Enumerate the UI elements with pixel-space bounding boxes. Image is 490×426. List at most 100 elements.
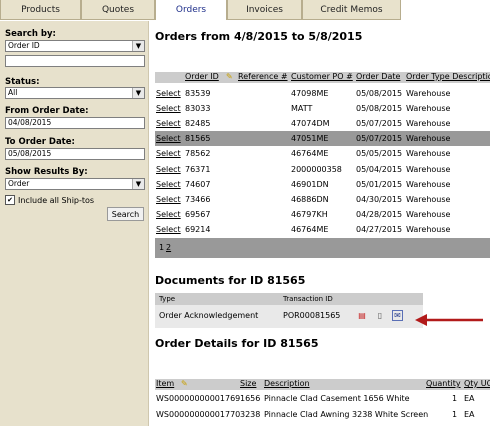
tab-invoices[interactable]: Invoices [227,0,302,20]
order-type-cell: Warehouse [406,224,451,234]
search-text-input[interactable] [5,55,145,67]
doc-transaction-id: POR00081565 [283,311,341,320]
select-link[interactable]: Select [156,225,181,234]
customer-po-cell: 47098ME [291,89,329,98]
col-order-date[interactable]: Order Date [356,72,400,81]
show-results-value: Order [8,179,30,188]
order-date-cell: 05/05/2015 [356,149,403,159]
col-qty-uom[interactable]: Qty UOM [464,379,490,388]
customer-po-cell: 46797KH [291,209,328,219]
details-title: Order Details for ID 81565 [155,337,319,350]
col-reference[interactable]: Reference # [238,72,288,81]
order-id-cell: 73466 [185,194,211,204]
table-row: Select 73466 46886DN 04/30/2015 Warehouse [155,192,490,207]
customer-po-cell: 46764ME [291,224,329,234]
table-row: Select 74607 46901DN 05/01/2015 Warehouse [155,177,490,192]
order-id-cell: 74607 [185,179,211,189]
order-date-cell: 05/04/2015 [356,164,403,174]
details-table-header: Item ✎ Size Description Quantity Qty UOM [155,379,490,390]
documents-header: Type Transaction ID [155,293,423,305]
select-link[interactable]: Select [156,165,181,174]
document-icon[interactable]: ▯ [375,310,385,321]
from-date-input[interactable]: 04/08/2015 [5,117,145,129]
col-item[interactable]: Item [156,379,174,388]
order-date-cell: 04/30/2015 [356,194,403,204]
order-id-cell: 81565 [185,134,211,144]
quantity-cell: 1 [452,410,458,419]
top-tab-bar: Products Quotes Orders Invoices Credit M… [0,0,490,21]
tab-orders[interactable]: Orders [155,0,227,20]
status-select[interactable]: All ▼ [5,87,145,99]
include-ship-tos-checkbox[interactable]: ✔ Include all Ship-tos [5,195,94,205]
select-link[interactable]: Select [156,195,181,204]
col-quantity[interactable]: Quantity [426,379,461,388]
select-link[interactable]: Select [156,104,181,113]
pdf-icon[interactable]: ▤ [357,310,367,321]
documents-title: Documents for ID 81565 [155,274,306,287]
size-cell: 1656 [240,394,261,403]
tab-label: Credit Memos [320,4,383,15]
search-by-select[interactable]: Order ID ▼ [5,40,145,52]
search-sidebar: Search by: Order ID ▼ Status: All ▼ From… [0,21,149,426]
order-id-cell: 69214 [185,224,211,234]
page-1[interactable]: 1 [159,243,164,252]
order-id-cell: 83539 [185,89,211,98]
search-button[interactable]: Search [107,207,144,221]
order-date-cell: 05/07/2015 [356,119,403,129]
item-cell: WS00000000001770 [156,410,241,419]
tab-label: Products [21,4,60,15]
tab-products[interactable]: Products [0,0,81,20]
orders-table-header: Order ID ✎ Reference # Customer PO # Ord… [155,72,490,83]
status-label: Status: [5,77,40,87]
orders-pager: 1 2 [155,238,490,258]
select-link[interactable]: Select [156,119,181,128]
tab-credit-memos[interactable]: Credit Memos [302,0,401,20]
sort-icon: ✎ [226,72,233,81]
sort-icon: ✎ [181,379,188,388]
chevron-down-icon[interactable]: ▼ [132,88,144,98]
col-order-type[interactable]: Order Type Description [406,72,490,81]
col-order-id[interactable]: Order ID [185,72,219,81]
chevron-down-icon[interactable]: ▼ [132,179,144,189]
quantity-cell: 1 [452,394,458,403]
customer-po-cell: 46901DN [291,179,329,189]
select-link[interactable]: Select [156,134,181,143]
order-date-cell: 05/08/2015 [356,104,403,114]
order-type-cell: Warehouse [406,164,451,174]
order-type-cell: Warehouse [406,149,451,159]
search-by-value: Order ID [8,41,40,50]
customer-po-cell: 47074DM [291,119,330,129]
to-date-input[interactable]: 05/08/2015 [5,148,145,160]
order-date-cell: 05/07/2015 [356,134,403,144]
select-link[interactable]: Select [156,149,181,158]
customer-po-cell: 46764ME [291,149,329,159]
select-link[interactable]: Select [156,210,181,219]
documents-table: Type Transaction ID Order Acknowledgemen… [155,293,423,328]
uom-cell: EA [464,394,475,403]
select-link[interactable]: Select [156,180,181,189]
order-date-cell: 04/27/2015 [356,224,403,234]
order-date-cell: 04/28/2015 [356,209,403,219]
chevron-down-icon[interactable]: ▼ [132,41,144,51]
order-id-cell: 78562 [185,149,211,159]
show-results-select[interactable]: Order ▼ [5,178,145,190]
tab-quotes[interactable]: Quotes [81,0,155,20]
col-customer-po[interactable]: Customer PO # [291,72,353,81]
order-type-cell: Warehouse [406,209,451,219]
col-description[interactable]: Description [264,379,310,388]
tab-label: Orders [175,5,207,15]
customer-po-cell: MATT [291,104,313,114]
select-link[interactable]: Select [156,89,181,98]
table-row: Select 69214 46764ME 04/27/2015 Warehouse [155,222,490,237]
checkmark-icon[interactable]: ✔ [5,195,15,205]
table-row: Select 83033 MATT 05/08/2015 Warehouse [155,101,490,116]
email-icon[interactable]: ✉ [392,310,403,321]
doc-type: Order Acknowledgement [159,311,259,320]
col-transaction-id: Transaction ID [283,295,333,303]
from-date-label: From Order Date: [5,106,89,116]
table-row: Select 69567 46797KH 04/28/2015 Warehouse [155,207,490,222]
table-row: WS00000000001770 3238 Pinnacle Clad Awning… [155,407,490,422]
search-by-label: Search by: [5,29,56,39]
col-size[interactable]: Size [240,379,256,388]
page-2-link[interactable]: 2 [166,243,171,252]
